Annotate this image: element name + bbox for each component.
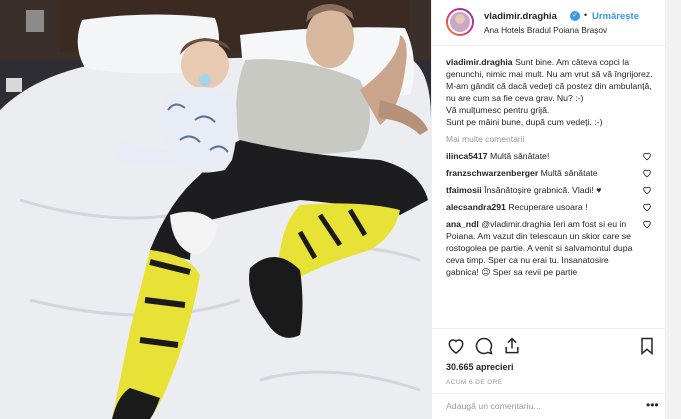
- comment-text: Însănătoșire grabnică. Vladi! ♥: [484, 185, 602, 195]
- separator-dot: •: [584, 10, 588, 20]
- comment-icon[interactable]: [474, 336, 494, 356]
- post-sidebar: vladimir.draghia ✓ • Urmărește Ana Hotel…: [431, 0, 666, 419]
- instagram-post-modal: vladimir.draghia ✓ • Urmărește Ana Hotel…: [0, 0, 681, 419]
- comment-row: ana_ndl @vladimir.draghia Ieri am fost s…: [446, 218, 656, 278]
- post-location[interactable]: Ana Hotels Bradul Poiana Brașov: [484, 25, 607, 35]
- comment-username[interactable]: franzschwarzenberger: [446, 168, 538, 178]
- load-more-comments-link[interactable]: Mai multe comentarii: [446, 134, 656, 144]
- comment-like-heart-icon[interactable]: [642, 219, 652, 229]
- caption: vladimir.draghia Sunt bine. Am câteva co…: [446, 56, 656, 128]
- avatar[interactable]: [446, 8, 474, 36]
- comment-row: tfaimosii Însănătoșire grabnică. Vladi! …: [446, 184, 656, 196]
- comment-username[interactable]: tfaimosii: [446, 185, 482, 195]
- share-icon[interactable]: [502, 336, 522, 356]
- comment-like-heart-icon[interactable]: [642, 168, 652, 178]
- comment-text: Multă sănătate: [540, 168, 598, 178]
- likes-count[interactable]: 30.665 aprecieri: [446, 362, 514, 372]
- comment-text: Recuperare usoara !: [508, 202, 588, 212]
- comment-like-heart-icon[interactable]: [642, 202, 652, 212]
- comment-like-heart-icon[interactable]: [642, 185, 652, 195]
- comment-row: franzschwarzenberger Multă sănătate: [446, 167, 656, 179]
- page-scrollbar[interactable]: [666, 0, 681, 419]
- comment-text: Multă sănătate!: [489, 151, 550, 161]
- add-comment-section: •••: [432, 393, 666, 419]
- comment-username[interactable]: ilinca5417: [446, 151, 488, 161]
- comments-list[interactable]: vladimir.draghia Sunt bine. Am câteva co…: [446, 56, 656, 328]
- avatar-image: [448, 10, 472, 34]
- comment-username[interactable]: alecsandra291: [446, 202, 506, 212]
- verified-badge-icon: ✓: [570, 11, 580, 21]
- caption-username[interactable]: vladimir.draghia: [446, 57, 513, 67]
- post-header: vladimir.draghia ✓ • Urmărește Ana Hotel…: [432, 0, 666, 46]
- bookmark-icon[interactable]: [637, 336, 657, 356]
- post-actions: 30.665 aprecieri ACUM 6 DE ORE •••: [432, 328, 666, 418]
- ellipsis-icon[interactable]: •••: [646, 398, 659, 412]
- comment-row: ilinca5417 Multă sănătate!: [446, 150, 656, 162]
- follow-button[interactable]: Urmărește: [592, 11, 639, 22]
- caption-line-3: Sunt pe mâini bune, după cum vedeți. :-): [446, 117, 603, 127]
- comment-username[interactable]: ana_ndl: [446, 219, 479, 229]
- comment-row: alecsandra291 Recuperare usoara !: [446, 201, 656, 213]
- post-username[interactable]: vladimir.draghia: [484, 11, 557, 22]
- post-photo[interactable]: [0, 0, 431, 419]
- comment-like-heart-icon[interactable]: [642, 151, 652, 161]
- add-comment-input[interactable]: [446, 401, 626, 411]
- caption-line-2: Vă mulțumesc pentru grijă.: [446, 105, 550, 115]
- post-timestamp[interactable]: ACUM 6 DE ORE: [446, 379, 503, 386]
- post-photo-illustration: [0, 0, 431, 419]
- heart-icon[interactable]: [446, 336, 466, 356]
